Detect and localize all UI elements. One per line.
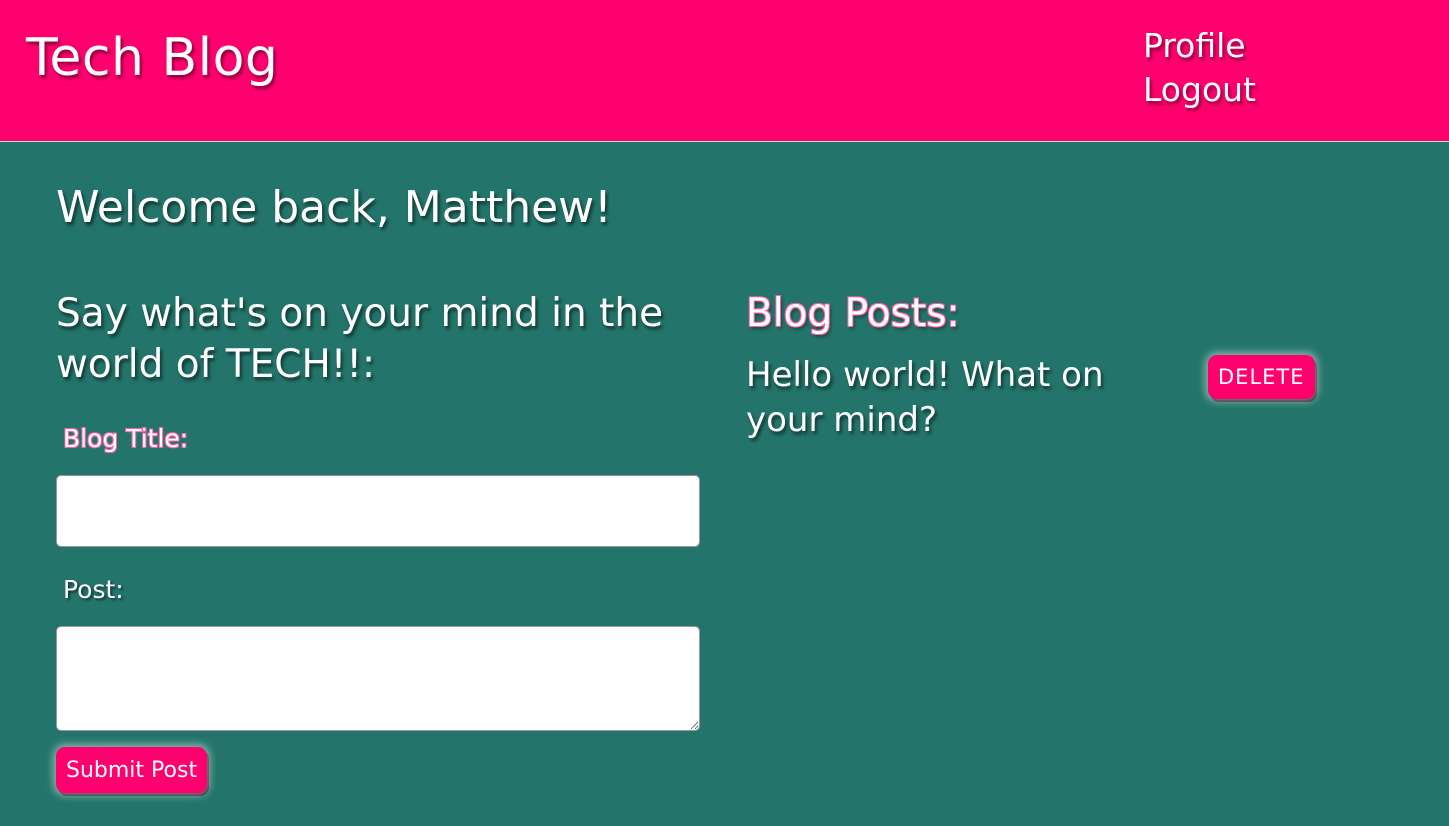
nav-logout-link[interactable]: Logout — [1143, 68, 1256, 112]
main-nav: Profile Logout — [1143, 24, 1256, 112]
site-header: Tech Blog Profile Logout — [0, 0, 1449, 142]
post-title[interactable]: Hello world! What on your mind? — [746, 353, 1186, 443]
nav-profile-link[interactable]: Profile — [1143, 24, 1256, 68]
delete-post-button[interactable]: DELETE — [1208, 355, 1315, 399]
blog-posts-heading: Blog Posts: — [746, 291, 960, 336]
blog-title-input[interactable] — [56, 475, 700, 547]
form-heading: Say what's on your mind in the world of … — [56, 291, 664, 387]
post-textarea[interactable] — [56, 626, 700, 731]
blog-posts-section: Blog Posts: Hello world! What on your mi… — [746, 288, 1366, 443]
post-label: Post: — [63, 575, 124, 604]
new-post-form: Say what's on your mind in the world of … — [56, 288, 700, 793]
submit-post-button[interactable]: Submit Post — [56, 747, 208, 793]
list-item: Hello world! What on your mind? DELETE — [746, 353, 1366, 443]
welcome-message: Welcome back, Matthew! — [56, 182, 612, 233]
blog-title-label: Blog Title: — [63, 424, 189, 453]
site-title[interactable]: Tech Blog — [26, 28, 278, 88]
